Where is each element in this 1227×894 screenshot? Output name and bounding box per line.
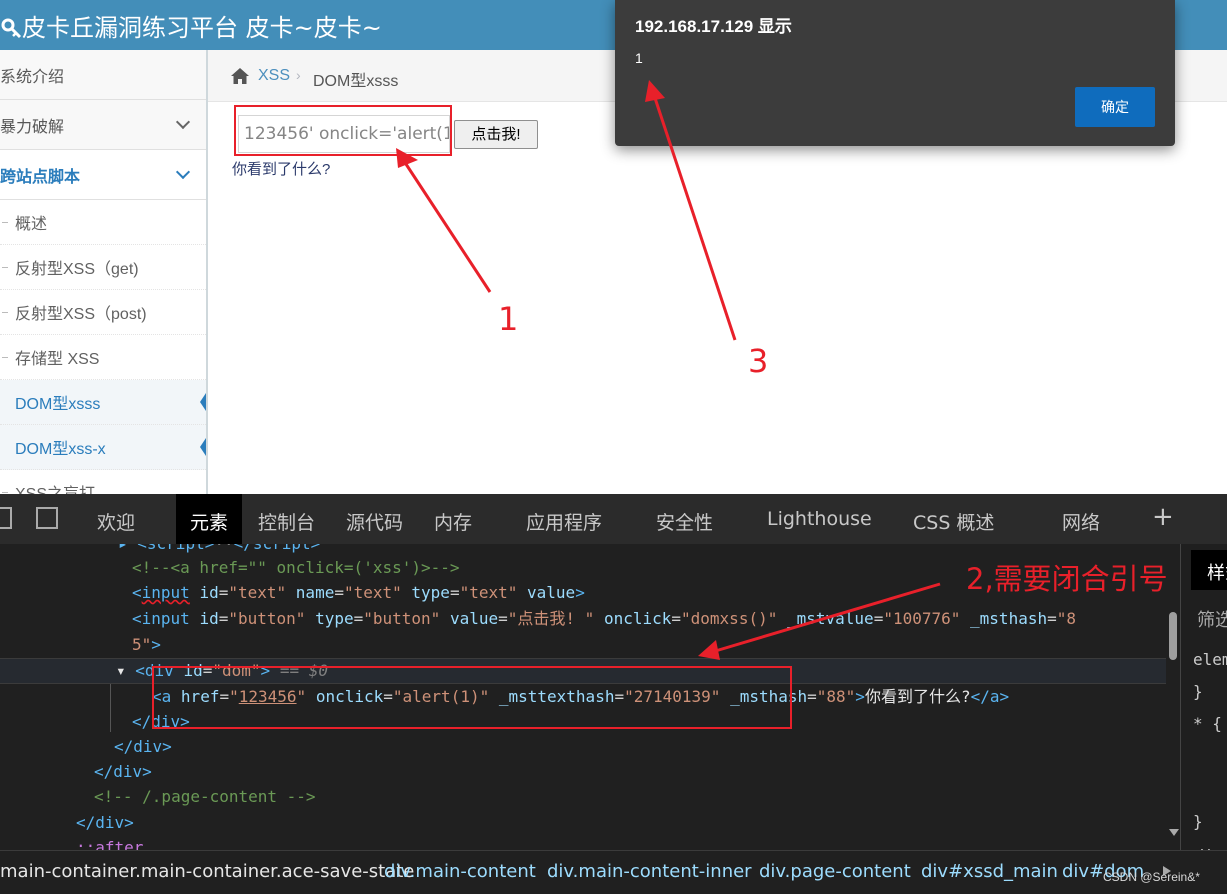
sidebar-subitem-label: 反射型XSS（get)	[15, 261, 139, 278]
bullet-icon	[2, 267, 8, 268]
code-line-close-div[interactable]: </div>	[94, 759, 152, 785]
code-line-close-div[interactable]: </div>	[114, 734, 172, 760]
sidebar-subitem-label: 概述	[15, 216, 48, 233]
sidebar-item-label: 暴力破解	[0, 118, 65, 136]
tab-elements[interactable]: 元素	[176, 494, 243, 544]
watermark: CSDN @Serein&*	[1103, 870, 1200, 884]
app-brand[interactable]: 皮卡丘漏洞练习平台 皮卡~皮卡~	[0, 8, 382, 43]
code-line-close-div[interactable]: </div>	[76, 810, 134, 836]
app-title: 皮卡丘漏洞练习平台 皮卡~皮卡~	[22, 14, 382, 42]
sidebar-item-xss[interactable]: 跨站点脚本	[0, 150, 206, 200]
tab-console[interactable]: 控制台	[258, 508, 315, 535]
annotation-box-input	[234, 105, 452, 156]
tab-sources[interactable]: 源代码	[346, 508, 403, 535]
dom-path-item[interactable]: div.main-content-inner	[547, 861, 752, 882]
bullet-icon	[2, 222, 8, 223]
code-line-input-button[interactable]: <input id="button" type="button" value="…	[132, 606, 1076, 632]
sidebar-subitem-overview[interactable]: 概述	[0, 200, 206, 245]
tab-lighthouse[interactable]: Lighthouse	[767, 508, 872, 530]
sidebar-subitem-dom-xss-x[interactable]: DOM型xss-x	[0, 425, 206, 470]
device-toolbar-icon[interactable]	[36, 507, 58, 529]
tab-styles[interactable]: 样式	[1191, 550, 1227, 590]
sidebar-item-system-intro[interactable]: 系统介绍	[0, 50, 206, 100]
chevron-right-icon: ›	[296, 67, 301, 83]
alert-dialog: 192.168.17.129 显示 1 确定	[615, 0, 1175, 146]
sidebar-subitem-blind[interactable]: XSS之盲打	[0, 470, 206, 494]
sidebar-subitem-label: DOM型xss-x	[15, 441, 106, 458]
tab-network[interactable]: 网络	[1062, 508, 1100, 535]
styles-rule-line: }	[1193, 682, 1203, 701]
sidebar-item-brute-force[interactable]: 暴力破解	[0, 100, 206, 150]
styles-rule-line: * {	[1193, 714, 1222, 733]
code-line-input-text[interactable]: <input id="text" name="text" type="text"…	[132, 580, 585, 606]
code-line-pseudo[interactable]: ::after	[76, 835, 143, 850]
home-icon[interactable]	[230, 66, 250, 86]
page-content: 123456' onclick='alert(1) 点击我! 你看到了什么?	[208, 102, 1227, 494]
sidebar-subitem-reflected-get[interactable]: 反射型XSS（get)	[0, 245, 206, 290]
annotation-label-2: 2,需要闭合引号	[966, 562, 1168, 596]
sidebar-subitem-label: DOM型xsss	[15, 396, 101, 413]
tab-memory[interactable]: 内存	[434, 508, 472, 535]
sidebar-subitem-reflected-post[interactable]: 反射型XSS（post)	[0, 290, 206, 335]
scroll-down-icon[interactable]	[1169, 829, 1179, 837]
annotation-label-1: 1	[498, 300, 519, 338]
dom-path-item[interactable]: div#xssd_main	[921, 861, 1058, 882]
sidebar-subitem-stored[interactable]: 存储型 XSS	[0, 335, 206, 380]
scrollbar-thumb[interactable]	[1169, 612, 1177, 660]
styles-filter-input[interactable]: 筛选	[1197, 606, 1227, 632]
bullet-icon	[2, 357, 8, 358]
tab-application[interactable]: 应用程序	[526, 508, 602, 535]
dialog-message: 1	[635, 50, 643, 66]
sidebar-item-label: 系统介绍	[0, 68, 65, 86]
tab-security[interactable]: 安全性	[656, 508, 713, 535]
tab-welcome[interactable]: 欢迎	[97, 508, 135, 535]
annotation-box-code	[152, 666, 792, 729]
bullet-icon	[2, 312, 8, 313]
dom-result-link[interactable]: 你看到了什么?	[232, 158, 330, 179]
sidebar-subitem-label: XSS之盲打	[15, 480, 95, 494]
dom-path-item[interactable]: div.page-content	[759, 861, 911, 882]
dialog-title: 192.168.17.129 显示	[635, 17, 792, 36]
sidebar-item-label: 跨站点脚本	[0, 168, 81, 186]
sidebar: 系统介绍 暴力破解 跨站点脚本 概述 反射型XSS（get) 反射型XSS（po…	[0, 50, 208, 494]
inspect-icon[interactable]	[0, 507, 12, 529]
styles-rule-line: elem	[1193, 650, 1227, 669]
key-icon	[1, 18, 22, 39]
devtools-tabbar: 欢迎 元素 控制台 源代码 内存 应用程序 安全性 Lighthouse CSS…	[0, 494, 1227, 544]
code-line-comment[interactable]: <!-- /.page-content -->	[94, 784, 316, 810]
dialog-ok-button[interactable]: 确定	[1075, 87, 1155, 127]
sidebar-subitem-dom-xsss[interactable]: DOM型xsss	[0, 380, 206, 425]
bullet-icon	[2, 492, 8, 493]
click-me-button[interactable]: 点击我!	[454, 120, 538, 149]
dom-path-item[interactable]: div.main-content	[384, 861, 536, 882]
add-tab-button[interactable]: +	[1152, 502, 1174, 532]
sidebar-subitem-label: 反射型XSS（post)	[15, 306, 147, 323]
code-line-comment[interactable]: <!--<a href="" onclick=('xss')>-->	[132, 555, 460, 581]
elements-scrollbar[interactable]	[1166, 612, 1180, 852]
styles-pane: 样式 筛选 elem } * { } div	[1180, 544, 1227, 850]
code-line-continuation[interactable]: 5">	[132, 632, 161, 658]
sidebar-subitem-label: 存储型 XSS	[15, 351, 100, 368]
tree-guide	[110, 684, 111, 732]
breadcrumb-link-xss[interactable]: XSS	[258, 67, 290, 85]
styles-rule-line: }	[1193, 812, 1203, 831]
chevron-down-icon	[175, 164, 191, 180]
breadcrumb-current: DOM型xsss	[313, 73, 399, 90]
dom-path-item[interactable]: main-container.main-container.ace-save-s…	[0, 861, 414, 882]
dom-breadcrumb-bar: main-container.main-container.ace-save-s…	[0, 850, 1227, 894]
chevron-down-icon	[175, 114, 191, 130]
annotation-label-3: 3	[748, 342, 769, 380]
tab-css-overview[interactable]: CSS 概述	[913, 508, 994, 535]
